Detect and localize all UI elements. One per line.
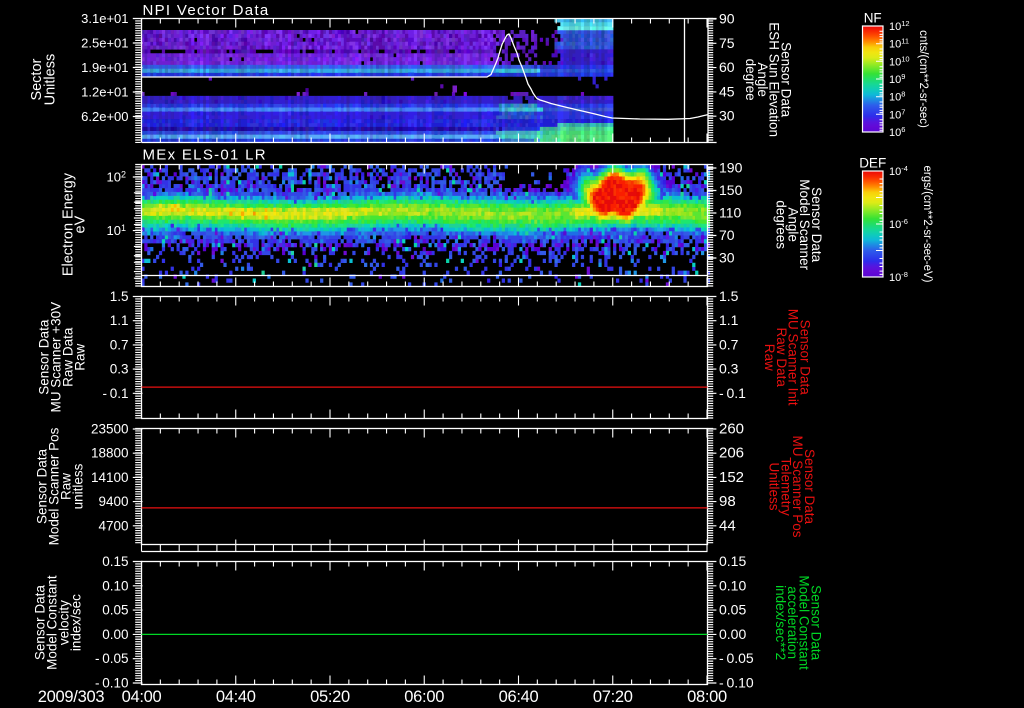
svg-text:0.05: 0.05 [719, 602, 746, 618]
svg-text:04:40: 04:40 [216, 688, 256, 706]
svg-text:190: 190 [719, 160, 743, 176]
svg-text:DEF: DEF [859, 156, 886, 171]
svg-text:degree: degree [743, 59, 758, 101]
svg-text:70: 70 [719, 227, 735, 243]
svg-text:0.7: 0.7 [719, 336, 739, 352]
svg-text:0.10: 0.10 [102, 578, 128, 593]
svg-text:0.10: 0.10 [719, 577, 746, 593]
svg-text:index/sec: index/sec [69, 594, 84, 651]
svg-text:44: 44 [719, 517, 736, 534]
svg-text:206: 206 [719, 445, 744, 462]
svg-text:cnts/(cm**2-sr-sec): cnts/(cm**2-sr-sec) [917, 30, 929, 128]
svg-text:30: 30 [719, 250, 735, 266]
svg-text:3.1e+01: 3.1e+01 [81, 11, 128, 26]
svg-text:0.3: 0.3 [110, 362, 129, 377]
svg-text:0.00: 0.00 [102, 627, 128, 642]
svg-text:eV: eV [73, 215, 89, 233]
svg-text:1.9e+01: 1.9e+01 [81, 60, 128, 75]
svg-text:260: 260 [719, 421, 744, 438]
svg-text:ergs/(cm**2-sr-sec-eV): ergs/(cm**2-sr-sec-eV) [921, 166, 933, 283]
svg-text:1.1: 1.1 [110, 313, 129, 328]
svg-text:60: 60 [719, 59, 735, 75]
svg-text:0.05: 0.05 [102, 603, 128, 618]
svg-text:NPI Vector Data: NPI Vector Data [143, 2, 270, 19]
svg-text:0.7: 0.7 [110, 337, 129, 352]
svg-text:75: 75 [719, 35, 735, 51]
svg-text:index/sec**2: index/sec**2 [773, 585, 788, 660]
svg-text:18800: 18800 [91, 446, 129, 461]
svg-text:152: 152 [719, 469, 744, 486]
svg-text:1.5: 1.5 [719, 288, 739, 304]
svg-text:06:40: 06:40 [499, 688, 539, 706]
svg-text:Raw: Raw [73, 343, 88, 370]
svg-text:degrees: degrees [774, 200, 789, 249]
svg-text:2.5e+01: 2.5e+01 [81, 36, 128, 51]
svg-text:Raw: Raw [762, 344, 777, 371]
svg-text:1.5: 1.5 [110, 289, 129, 304]
svg-text:06:00: 06:00 [404, 688, 444, 706]
svg-text:9400: 9400 [98, 494, 128, 509]
svg-text:05:20: 05:20 [310, 688, 350, 706]
svg-text:4700: 4700 [98, 518, 128, 533]
svg-text:14100: 14100 [91, 470, 129, 485]
svg-text:08:00: 08:00 [687, 688, 727, 706]
svg-text:23500: 23500 [91, 422, 129, 437]
svg-text:unitless: unitless [71, 463, 86, 509]
svg-text:04:00: 04:00 [122, 688, 162, 706]
svg-text:98: 98 [719, 493, 736, 510]
svg-text:0.15: 0.15 [102, 554, 128, 569]
svg-text:1.1: 1.1 [719, 312, 739, 328]
svg-text:MEx ELS-01 LR: MEx ELS-01 LR [143, 147, 267, 164]
svg-text:1.2e+01: 1.2e+01 [81, 85, 128, 100]
svg-text:0.00: 0.00 [719, 626, 746, 642]
svg-text:- 0.1: - 0.1 [103, 386, 129, 401]
svg-text:- 0.05: - 0.05 [95, 651, 128, 666]
svg-text:0.15: 0.15 [719, 553, 746, 569]
svg-text:NF: NF [864, 11, 882, 26]
svg-text:6.2e+00: 6.2e+00 [81, 109, 128, 124]
svg-text:90: 90 [719, 11, 735, 27]
svg-text:- 0.05: - 0.05 [719, 650, 754, 666]
svg-text:0.3: 0.3 [719, 361, 739, 377]
svg-text:Unitless: Unitless [767, 462, 782, 510]
svg-text:150: 150 [719, 182, 743, 198]
svg-text:45: 45 [719, 83, 735, 99]
svg-text:2009/303: 2009/303 [38, 688, 105, 706]
svg-text:110: 110 [719, 205, 742, 221]
svg-text:- 0.1: - 0.1 [719, 385, 746, 401]
svg-text:Unitless: Unitless [42, 54, 58, 106]
svg-text:07:20: 07:20 [593, 688, 633, 706]
svg-text:30: 30 [719, 108, 735, 124]
